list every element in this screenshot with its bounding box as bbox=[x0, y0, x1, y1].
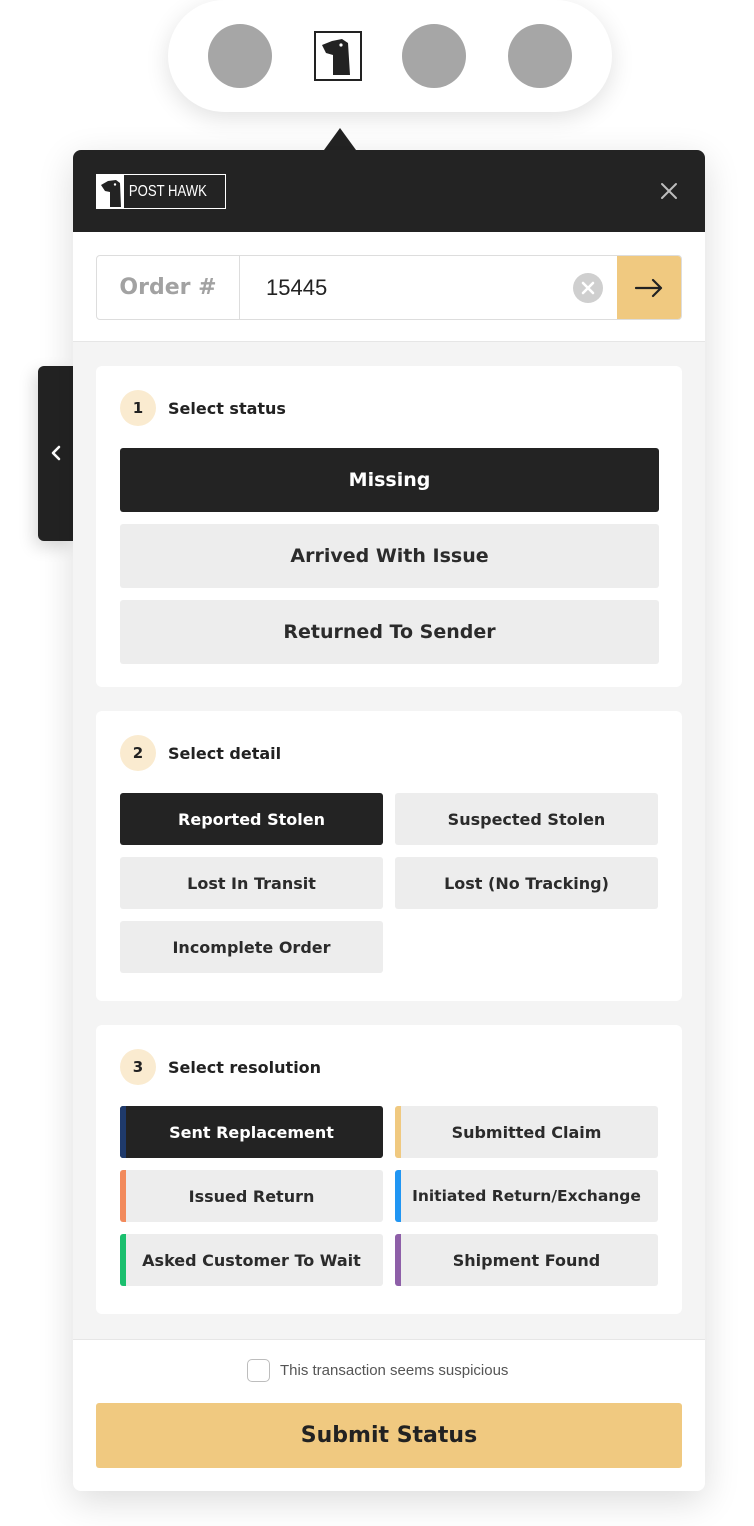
step-title: Select detail bbox=[168, 743, 282, 763]
suspicious-toggle[interactable]: This transaction seems suspicious bbox=[247, 1359, 508, 1382]
color-stripe bbox=[395, 1234, 401, 1286]
option-label: Initiated Return/Exchange bbox=[412, 1187, 641, 1205]
page: POST HAWK Order # 15445 1 Select status … bbox=[0, 0, 754, 1526]
detail-option-reported-stolen[interactable]: Reported Stolen bbox=[120, 793, 383, 845]
app-switcher bbox=[168, 0, 612, 112]
submit-status-button[interactable]: Submit Status bbox=[96, 1403, 682, 1468]
option-label: Shipment Found bbox=[452, 1250, 601, 1270]
color-stripe bbox=[395, 1106, 401, 1158]
app-switcher-item-1[interactable] bbox=[208, 24, 272, 88]
collapse-tab[interactable] bbox=[38, 366, 74, 541]
chevron-left-icon bbox=[51, 445, 61, 461]
order-search-box: Order # bbox=[96, 255, 682, 320]
order-search-area: Order # bbox=[73, 232, 705, 342]
app-switcher-item-4[interactable] bbox=[508, 24, 572, 88]
status-section: 1 Select status Missing Arrived With Iss… bbox=[96, 366, 682, 687]
step-badge: 3 bbox=[120, 1049, 156, 1085]
panel-pointer bbox=[324, 128, 356, 150]
arrow-right-icon bbox=[634, 278, 663, 297]
resolution-option-submitted-claim[interactable]: Submitted Claim bbox=[395, 1106, 658, 1158]
resolution-section: 3 Select resolution Sent Replacement Sub… bbox=[96, 1025, 682, 1314]
option-label: Issued Return bbox=[188, 1186, 315, 1206]
status-option-missing[interactable]: Missing bbox=[120, 448, 659, 512]
resolution-option-shipment-found[interactable]: Shipment Found bbox=[395, 1234, 658, 1286]
detail-option-incomplete-order[interactable]: Incomplete Order bbox=[120, 921, 383, 973]
posthawk-logo-icon[interactable] bbox=[314, 31, 362, 81]
step-title: Select status bbox=[168, 398, 286, 418]
close-icon bbox=[661, 183, 677, 199]
panel-header: POST HAWK bbox=[73, 150, 705, 232]
detail-option-suspected-stolen[interactable]: Suspected Stolen bbox=[395, 793, 658, 845]
step-badge: 2 bbox=[120, 735, 156, 771]
detail-section-header: 2 Select detail bbox=[120, 735, 281, 771]
order-number-input[interactable] bbox=[240, 256, 559, 319]
suspicious-checkbox[interactable] bbox=[247, 1359, 270, 1382]
clear-order-button[interactable] bbox=[559, 256, 617, 319]
order-label: Order # bbox=[97, 256, 240, 319]
resolution-option-asked-customer-to-wait[interactable]: Asked Customer To Wait bbox=[120, 1234, 383, 1286]
status-option-returned-to-sender[interactable]: Returned To Sender bbox=[120, 600, 659, 664]
resolution-option-issued-return[interactable]: Issued Return bbox=[120, 1170, 383, 1222]
suspicious-label: This transaction seems suspicious bbox=[280, 1362, 509, 1379]
color-stripe bbox=[120, 1170, 126, 1222]
status-panel: POST HAWK Order # 15445 1 Select status … bbox=[73, 150, 705, 1491]
detail-option-lost-in-transit[interactable]: Lost In Transit bbox=[120, 857, 383, 909]
color-stripe bbox=[120, 1106, 126, 1158]
hawk-icon bbox=[97, 175, 124, 208]
brand-name: POST HAWK bbox=[128, 182, 207, 200]
close-button[interactable] bbox=[657, 179, 681, 203]
resolution-section-header: 3 Select resolution bbox=[120, 1049, 321, 1085]
color-stripe bbox=[395, 1170, 401, 1222]
detail-option-lost-no-tracking[interactable]: Lost (No Tracking) bbox=[395, 857, 658, 909]
panel-footer: This transaction seems suspicious Submit… bbox=[73, 1339, 705, 1491]
color-stripe bbox=[120, 1234, 126, 1286]
step-badge: 1 bbox=[120, 390, 156, 426]
clear-icon bbox=[573, 272, 603, 303]
option-label: Sent Replacement bbox=[169, 1122, 334, 1142]
resolution-option-initiated-return-exchange[interactable]: Initiated Return/Exchange bbox=[395, 1170, 658, 1222]
status-option-arrived-with-issue[interactable]: Arrived With Issue bbox=[120, 524, 659, 588]
lookup-order-button[interactable] bbox=[617, 256, 681, 319]
app-switcher-item-3[interactable] bbox=[402, 24, 466, 88]
option-label: Submitted Claim bbox=[451, 1122, 602, 1142]
status-section-header: 1 Select status bbox=[120, 390, 286, 426]
step-title: Select resolution bbox=[168, 1057, 322, 1077]
brand-logo: POST HAWK bbox=[96, 174, 226, 209]
resolution-option-sent-replacement[interactable]: Sent Replacement bbox=[120, 1106, 383, 1158]
detail-section: 2 Select detail Reported Stolen Suspecte… bbox=[96, 711, 682, 1001]
option-label: Asked Customer To Wait bbox=[142, 1250, 361, 1270]
